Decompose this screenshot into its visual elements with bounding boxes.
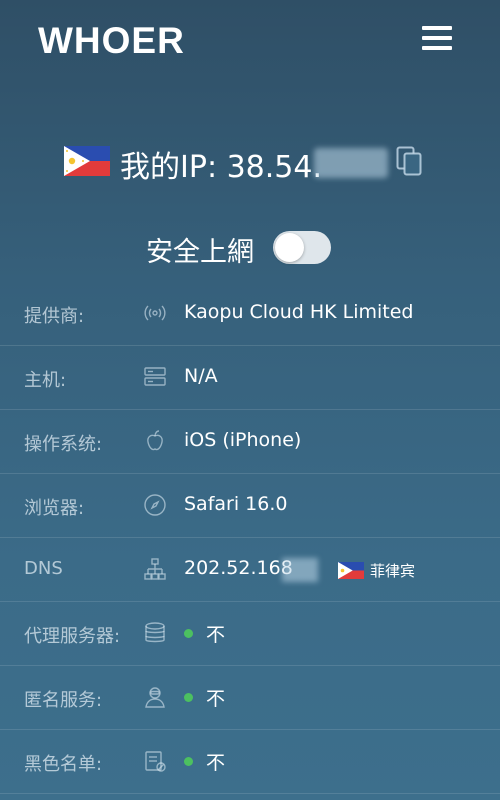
blacklist-value: 不 — [206, 752, 226, 774]
host-label: 主机: — [24, 370, 67, 391]
list-item-browser: 浏览器: Safari 16.0 — [0, 474, 500, 538]
secure-browsing: 安全上網 — [146, 226, 346, 268]
hamburger-menu-icon[interactable] — [422, 26, 452, 52]
dns-label: DNS — [24, 558, 63, 579]
secure-browsing-toggle[interactable] — [273, 231, 331, 264]
anonymizer-value: 不 — [206, 688, 226, 710]
copy-icon[interactable] — [396, 146, 422, 176]
browser-value: Safari 16.0 — [184, 493, 288, 515]
proxy-value: 不 — [206, 624, 226, 646]
provider-label: 提供商: — [24, 306, 85, 327]
toggle-knob — [275, 233, 304, 262]
server-icon — [144, 367, 166, 386]
blacklist-icon — [145, 751, 166, 772]
compass-icon — [144, 494, 166, 516]
dns-redacted — [282, 558, 318, 582]
top-bar: WHOER — [0, 0, 500, 80]
dns-value: 202.52.168 — [184, 557, 293, 579]
my-ip-line: 我的IP: 38.54. — [64, 140, 444, 185]
status-dot — [184, 757, 193, 766]
status-dot — [184, 629, 193, 638]
ip-label: 我的IP: 38.54. — [120, 150, 323, 185]
host-value: N/A — [184, 365, 218, 387]
list-item-host: 主机: N/A — [0, 346, 500, 410]
browser-label: 浏览器: — [24, 498, 85, 519]
os-value: iOS (iPhone) — [184, 429, 302, 451]
list-item-anonymizer: 匿名服务: 不 — [0, 666, 500, 730]
signal-icon — [144, 305, 166, 321]
anonymous-icon — [145, 687, 165, 708]
philippines-flag-icon — [64, 146, 110, 176]
network-icon — [144, 558, 166, 580]
dns-country: 菲律宾 — [370, 562, 416, 580]
list-item-blacklist: 黑色名单: 不 — [0, 730, 500, 794]
list-item-provider: 提供商: Kaopu Cloud HK Limited — [0, 282, 500, 346]
proxy-label: 代理服务器: — [24, 626, 121, 647]
apple-icon — [147, 430, 163, 451]
whoer-logo[interactable]: WHOER — [38, 20, 185, 62]
list-item-dns: DNS 202.52.168 菲律宾 — [0, 538, 500, 602]
list-item-proxy: 代理服务器: 不 — [0, 602, 500, 666]
ip-redacted — [314, 148, 388, 178]
philippines-flag-icon — [338, 562, 364, 579]
os-label: 操作系统: — [24, 434, 103, 455]
blacklist-label: 黑色名单: — [24, 754, 103, 775]
database-icon — [145, 622, 165, 643]
info-list: 提供商: Kaopu Cloud HK Limited 主机: N/A 操作系统… — [0, 282, 500, 794]
anonymizer-label: 匿名服务: — [24, 690, 103, 711]
list-item-os: 操作系统: iOS (iPhone) — [0, 410, 500, 474]
provider-value: Kaopu Cloud HK Limited — [184, 301, 414, 323]
secure-browsing-label: 安全上網 — [146, 237, 254, 268]
status-dot — [184, 693, 193, 702]
